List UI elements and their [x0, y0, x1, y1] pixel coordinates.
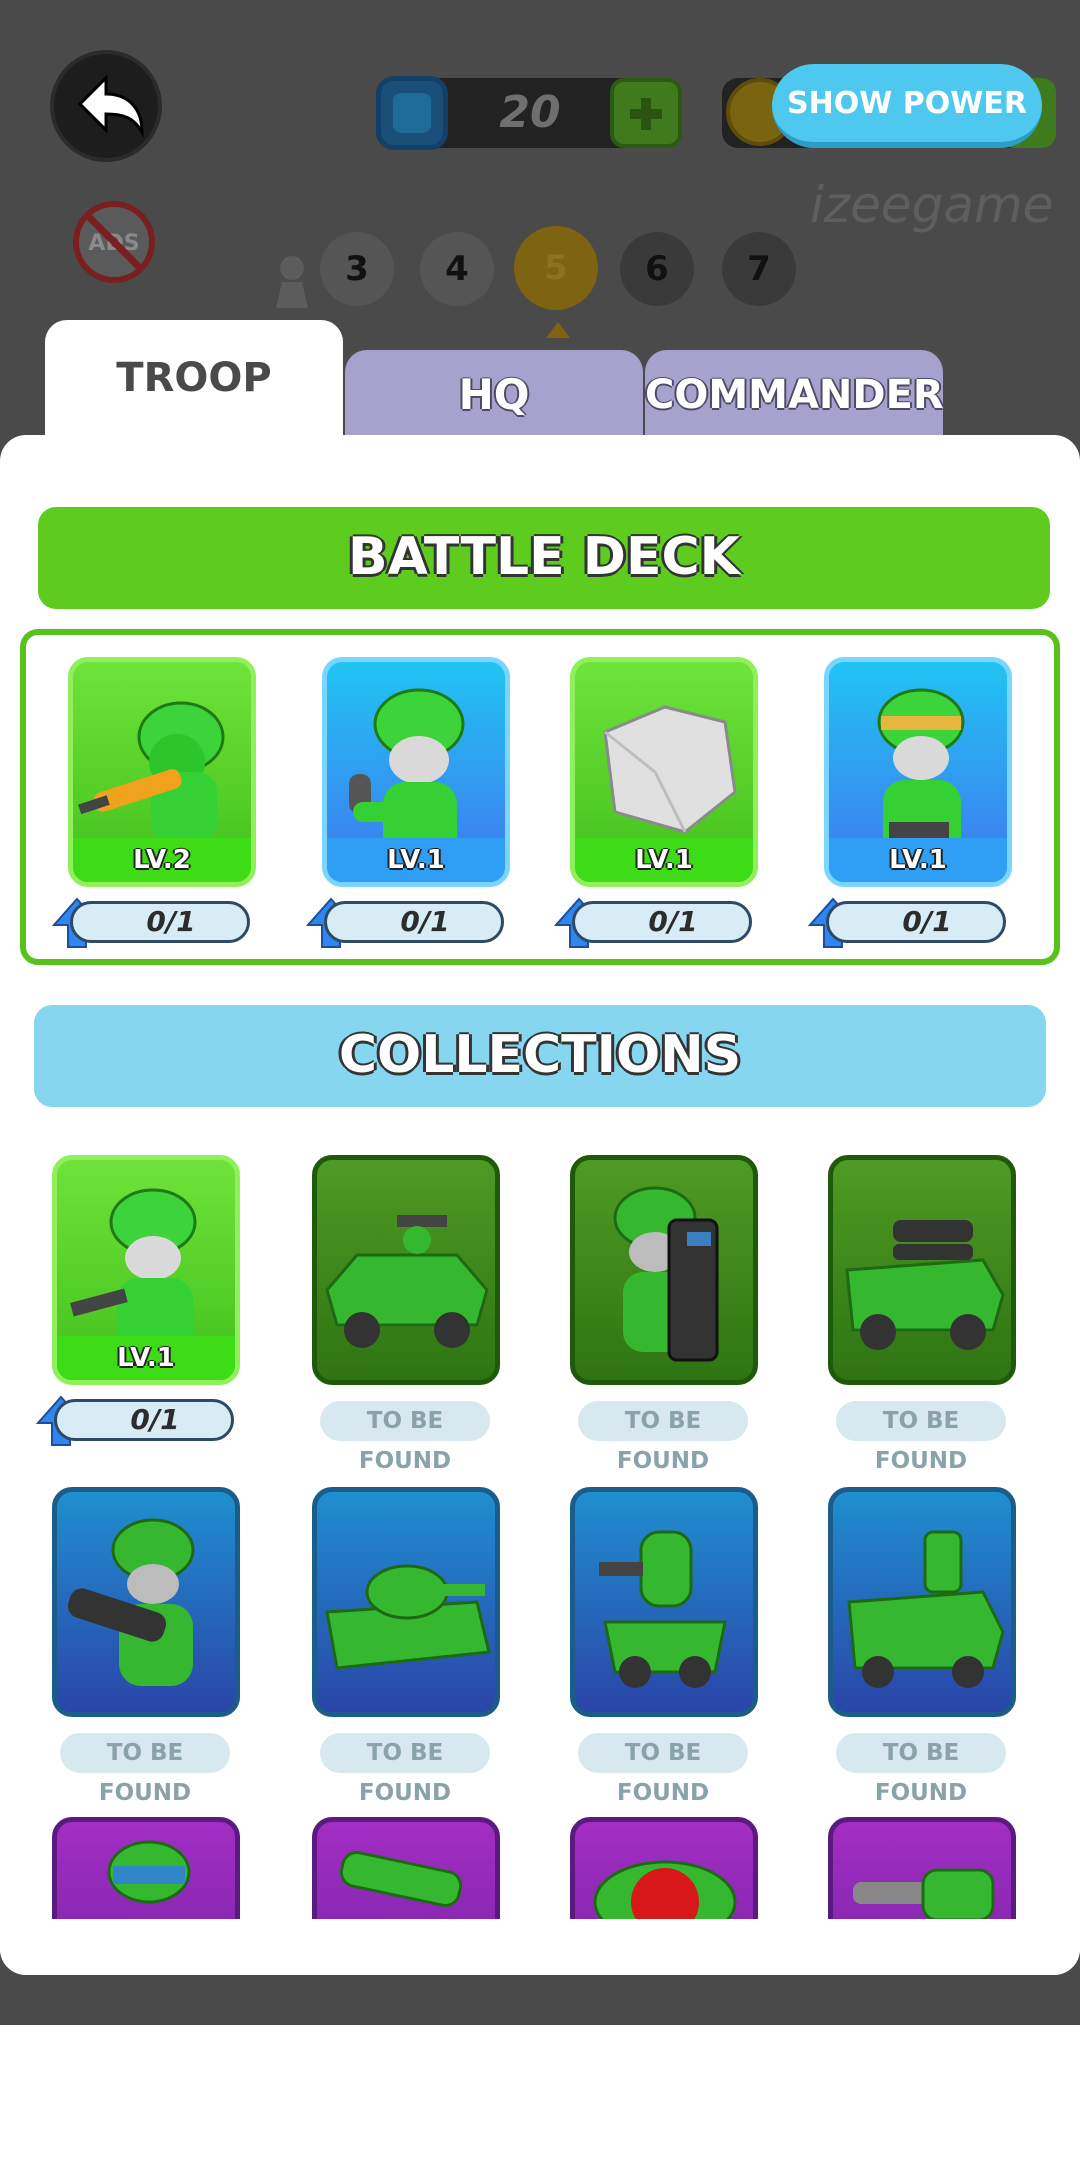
collection-card-8-status: TO BE FOUND — [836, 1733, 1006, 1806]
collection-card-armored-truck[interactable] — [828, 1487, 1016, 1717]
level-7[interactable]: 7 — [722, 232, 796, 306]
deck-card-2[interactable]: LV.1 — [322, 657, 510, 887]
current-level-pointer-icon — [546, 322, 570, 338]
watermark: izeegame — [810, 176, 1054, 234]
jeep-gunner-icon — [325, 1215, 489, 1348]
collection-card-jeep[interactable] — [312, 1155, 500, 1385]
deck-card-2-level: LV.1 — [327, 838, 505, 882]
gem-count: 20 — [499, 87, 561, 138]
gem-icon — [376, 76, 448, 150]
collection-card-1-level: LV.1 — [57, 1336, 235, 1380]
battle-deck-banner: BATTLE DECK — [38, 507, 1050, 609]
deck-card-1-progress: 0/1 — [70, 901, 250, 943]
level-3[interactable]: 3 — [320, 232, 394, 306]
pawn-icon — [276, 256, 308, 308]
collection-card-4-status: TO BE FOUND — [836, 1401, 1006, 1474]
back-button[interactable] — [50, 50, 162, 162]
add-gems-button[interactable] — [610, 78, 682, 148]
collection-card-shield[interactable] — [570, 1155, 758, 1385]
tank-icon — [325, 1564, 491, 1670]
deck-card-4-level: LV.1 — [829, 838, 1007, 882]
deck-card-2-progress: 0/1 — [324, 901, 504, 943]
no-ads-icon[interactable]: ADS — [72, 200, 156, 284]
collection-card-6-status: TO BE FOUND — [320, 1733, 490, 1806]
deck-card-1[interactable]: LV.2 — [68, 657, 256, 887]
deck-card-4[interactable]: LV.1 — [824, 657, 1012, 887]
collection-card-bazooka[interactable] — [52, 1487, 240, 1717]
collection-card-3-status: TO BE FOUND — [578, 1401, 748, 1474]
back-arrow-icon — [77, 74, 144, 138]
bazooka-soldier-icon — [67, 1518, 195, 1686]
level-4[interactable]: 4 — [420, 232, 494, 306]
collection-card-7-status: TO BE FOUND — [578, 1733, 748, 1806]
level-6[interactable]: 6 — [620, 232, 694, 306]
tab-hq[interactable]: HQ — [345, 350, 643, 442]
collection-card-mech[interactable] — [570, 1487, 758, 1717]
mech-robot-icon — [599, 1530, 727, 1688]
deck-card-1-level: LV.2 — [73, 838, 251, 882]
collection-card-5-status: TO BE FOUND — [60, 1733, 230, 1806]
tab-commander[interactable]: COMMANDER — [645, 350, 944, 442]
panel-bottom-edge — [0, 1919, 1080, 1975]
level-5-current[interactable]: 5 — [514, 226, 598, 310]
deck-card-3[interactable]: LV.1 — [570, 657, 758, 887]
collections-banner: COLLECTIONS — [34, 1005, 1046, 1107]
collection-card-soldier-pistol[interactable]: LV.1 — [52, 1155, 240, 1385]
rocket-truck-icon — [845, 1220, 1005, 1350]
show-power-button[interactable]: SHOW POWER — [772, 64, 1042, 148]
shield-soldier-icon — [613, 1186, 719, 1362]
collection-card-2-status: TO BE FOUND — [320, 1401, 490, 1474]
troop-panel: BATTLE DECK LV.2 LV.1 LV.1 LV.1 0/1 0/1 … — [0, 435, 1080, 1975]
collection-card-rocket-truck[interactable] — [828, 1155, 1016, 1385]
deck-card-4-progress: 0/1 — [826, 901, 1006, 943]
armored-truck-icon — [847, 1530, 1005, 1688]
deck-card-3-progress: 0/1 — [572, 901, 752, 943]
collection-card-tank[interactable] — [312, 1487, 500, 1717]
collection-card-1-progress: 0/1 — [54, 1399, 234, 1441]
deck-card-3-level: LV.1 — [575, 838, 753, 882]
tab-troop[interactable]: TROOP — [45, 320, 343, 440]
